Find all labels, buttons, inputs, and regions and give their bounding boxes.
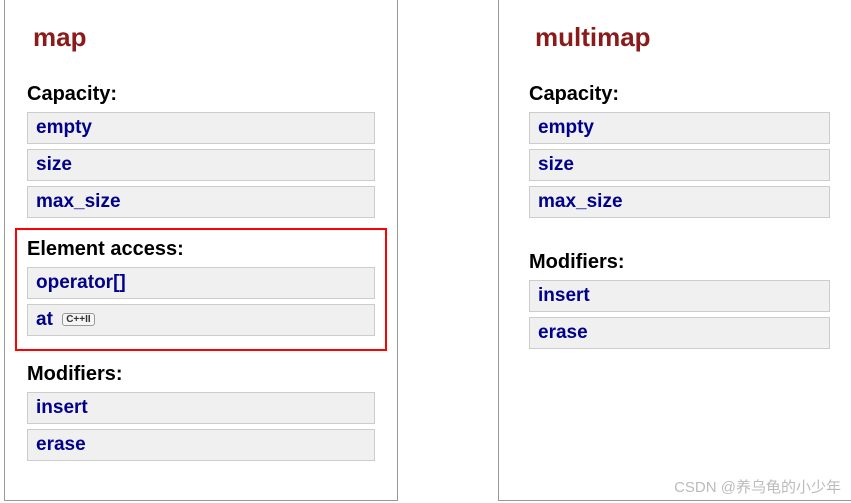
member-row[interactable]: operator[] <box>27 267 375 299</box>
member-row[interactable]: insert <box>529 280 830 312</box>
section-header-capacity: Capacity: <box>529 83 830 106</box>
member-row[interactable]: size <box>529 149 830 181</box>
element-access-highlight: Element access: operator[] at C++II <box>15 228 387 351</box>
member-label: empty <box>36 117 92 138</box>
section-header-element-access: Element access: <box>27 238 375 261</box>
member-label: erase <box>36 434 86 455</box>
member-label: empty <box>538 117 594 138</box>
member-row[interactable]: empty <box>27 112 375 144</box>
member-label: size <box>538 154 574 175</box>
multimap-panel: multimap Capacity: empty size max_size M… <box>498 0 851 501</box>
member-label: at <box>36 309 53 330</box>
member-row[interactable]: erase <box>529 317 830 349</box>
member-label: max_size <box>538 191 623 212</box>
map-panel: map Capacity: empty size max_size Elemen… <box>4 0 398 501</box>
watermark-text: CSDN @养乌龟的小少年 <box>674 476 841 497</box>
section-header-modifiers: Modifiers: <box>27 363 375 386</box>
panel-title-multimap: multimap <box>535 22 830 53</box>
member-label: operator[] <box>36 272 126 293</box>
member-row[interactable]: size <box>27 149 375 181</box>
member-row[interactable]: at C++II <box>27 304 375 336</box>
member-label: erase <box>538 322 588 343</box>
member-label: size <box>36 154 72 175</box>
section-header-modifiers: Modifiers: <box>529 251 830 274</box>
cpp11-badge-icon: C++II <box>62 313 94 326</box>
member-row[interactable]: empty <box>529 112 830 144</box>
member-row[interactable]: max_size <box>27 186 375 218</box>
member-row[interactable]: max_size <box>529 186 830 218</box>
member-label: insert <box>538 285 590 306</box>
member-label: max_size <box>36 191 121 212</box>
member-row[interactable]: erase <box>27 429 375 461</box>
member-label: insert <box>36 397 88 418</box>
member-row[interactable]: insert <box>27 392 375 424</box>
section-header-capacity: Capacity: <box>27 83 375 106</box>
panel-title-map: map <box>33 22 375 53</box>
